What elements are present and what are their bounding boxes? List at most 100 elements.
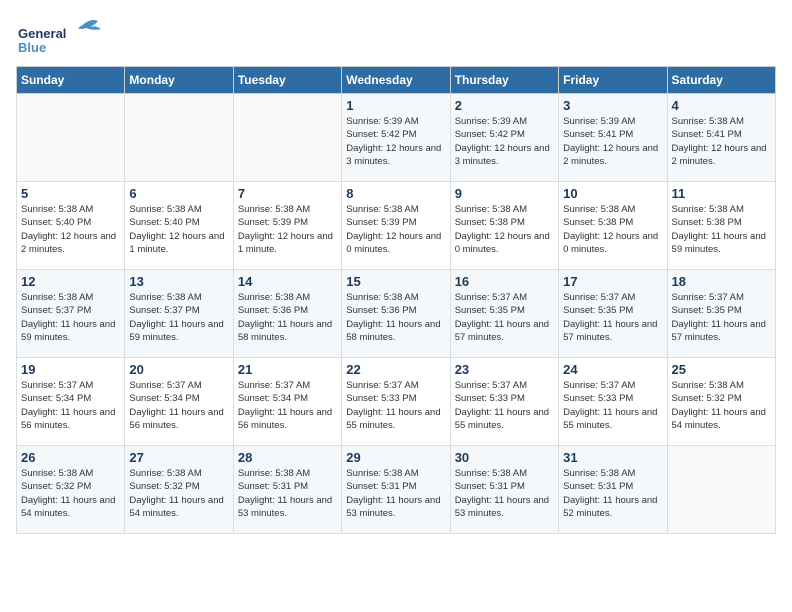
day-number: 29	[346, 450, 445, 465]
day-info: Sunrise: 5:38 AM Sunset: 5:36 PM Dayligh…	[238, 291, 337, 344]
weekday-header-cell: Tuesday	[233, 67, 341, 94]
calendar-week-row: 26 Sunrise: 5:38 AM Sunset: 5:32 PM Dayli…	[17, 446, 776, 534]
svg-text:General: General	[18, 26, 66, 41]
day-number: 1	[346, 98, 445, 113]
day-number: 21	[238, 362, 337, 377]
logo-svg: General Blue	[16, 16, 106, 56]
day-info: Sunrise: 5:38 AM Sunset: 5:37 PM Dayligh…	[21, 291, 120, 344]
day-number: 31	[563, 450, 662, 465]
day-info: Sunrise: 5:38 AM Sunset: 5:37 PM Dayligh…	[129, 291, 228, 344]
weekday-header-cell: Saturday	[667, 67, 775, 94]
day-number: 26	[21, 450, 120, 465]
day-number: 22	[346, 362, 445, 377]
calendar-week-row: 1 Sunrise: 5:39 AM Sunset: 5:42 PM Daylig…	[17, 94, 776, 182]
day-number: 4	[672, 98, 771, 113]
calendar-cell: 29 Sunrise: 5:38 AM Sunset: 5:31 PM Dayli…	[342, 446, 450, 534]
day-number: 24	[563, 362, 662, 377]
day-info: Sunrise: 5:37 AM Sunset: 5:33 PM Dayligh…	[455, 379, 554, 432]
day-info: Sunrise: 5:38 AM Sunset: 5:32 PM Dayligh…	[129, 467, 228, 520]
day-info: Sunrise: 5:38 AM Sunset: 5:41 PM Dayligh…	[672, 115, 771, 168]
calendar-cell: 25 Sunrise: 5:38 AM Sunset: 5:32 PM Dayli…	[667, 358, 775, 446]
calendar-cell	[233, 94, 341, 182]
calendar-cell: 5 Sunrise: 5:38 AM Sunset: 5:40 PM Daylig…	[17, 182, 125, 270]
calendar-cell: 17 Sunrise: 5:37 AM Sunset: 5:35 PM Dayli…	[559, 270, 667, 358]
calendar-cell: 4 Sunrise: 5:38 AM Sunset: 5:41 PM Daylig…	[667, 94, 775, 182]
calendar-cell: 11Sunrise: 5:38 AM Sunset: 5:38 PM Dayli…	[667, 182, 775, 270]
day-number: 17	[563, 274, 662, 289]
day-info: Sunrise: 5:37 AM Sunset: 5:34 PM Dayligh…	[129, 379, 228, 432]
calendar-cell	[125, 94, 233, 182]
calendar-cell: 26Sunrise: 5:38 AM Sunset: 5:32 PM Dayli…	[17, 446, 125, 534]
calendar-cell: 13 Sunrise: 5:38 AM Sunset: 5:37 PM Dayli…	[125, 270, 233, 358]
day-info: Sunrise: 5:39 AM Sunset: 5:42 PM Dayligh…	[346, 115, 445, 168]
calendar-cell: 22 Sunrise: 5:37 AM Sunset: 5:33 PM Dayli…	[342, 358, 450, 446]
calendar-cell: 12 Sunrise: 5:38 AM Sunset: 5:37 PM Dayli…	[17, 270, 125, 358]
calendar-cell: 24Sunrise: 5:37 AM Sunset: 5:33 PM Dayli…	[559, 358, 667, 446]
day-number: 9	[455, 186, 554, 201]
day-info: Sunrise: 5:37 AM Sunset: 5:34 PM Dayligh…	[238, 379, 337, 432]
day-number: 5	[21, 186, 120, 201]
day-info: Sunrise: 5:38 AM Sunset: 5:31 PM Dayligh…	[238, 467, 337, 520]
day-info: Sunrise: 5:38 AM Sunset: 5:40 PM Dayligh…	[21, 203, 120, 256]
weekday-header-cell: Wednesday	[342, 67, 450, 94]
calendar-cell: 28 Sunrise: 5:38 AM Sunset: 5:31 PM Dayli…	[233, 446, 341, 534]
calendar-cell: 9 Sunrise: 5:38 AM Sunset: 5:38 PM Daylig…	[450, 182, 558, 270]
calendar-cell: 30 Sunrise: 5:38 AM Sunset: 5:31 PM Dayli…	[450, 446, 558, 534]
calendar-cell: 31 Sunrise: 5:38 AM Sunset: 5:31 PM Dayli…	[559, 446, 667, 534]
day-info: Sunrise: 5:38 AM Sunset: 5:31 PM Dayligh…	[455, 467, 554, 520]
day-number: 19	[21, 362, 120, 377]
calendar-cell: 21 Sunrise: 5:37 AM Sunset: 5:34 PM Dayli…	[233, 358, 341, 446]
day-number: 23	[455, 362, 554, 377]
day-info: Sunrise: 5:38 AM Sunset: 5:31 PM Dayligh…	[563, 467, 662, 520]
calendar-table: SundayMondayTuesdayWednesdayThursdayFrid…	[16, 66, 776, 534]
day-info: Sunrise: 5:37 AM Sunset: 5:35 PM Dayligh…	[563, 291, 662, 344]
day-info: Sunrise: 5:38 AM Sunset: 5:31 PM Dayligh…	[346, 467, 445, 520]
day-info: Sunrise: 5:38 AM Sunset: 5:39 PM Dayligh…	[238, 203, 337, 256]
day-info: Sunrise: 5:38 AM Sunset: 5:40 PM Dayligh…	[129, 203, 228, 256]
day-info: Sunrise: 5:38 AM Sunset: 5:38 PM Dayligh…	[455, 203, 554, 256]
day-number: 25	[672, 362, 771, 377]
day-info: Sunrise: 5:38 AM Sunset: 5:38 PM Dayligh…	[563, 203, 662, 256]
day-info: Sunrise: 5:38 AM Sunset: 5:32 PM Dayligh…	[672, 379, 771, 432]
day-info: Sunrise: 5:38 AM Sunset: 5:38 PM Dayligh…	[672, 203, 771, 256]
calendar-cell: 23 Sunrise: 5:37 AM Sunset: 5:33 PM Dayli…	[450, 358, 558, 446]
day-info: Sunrise: 5:38 AM Sunset: 5:36 PM Dayligh…	[346, 291, 445, 344]
calendar-cell	[17, 94, 125, 182]
day-info: Sunrise: 5:37 AM Sunset: 5:33 PM Dayligh…	[346, 379, 445, 432]
calendar-cell: 8Sunrise: 5:38 AM Sunset: 5:39 PM Daylig…	[342, 182, 450, 270]
calendar-cell: 7Sunrise: 5:38 AM Sunset: 5:39 PM Daylig…	[233, 182, 341, 270]
day-info: Sunrise: 5:37 AM Sunset: 5:35 PM Dayligh…	[455, 291, 554, 344]
svg-text:Blue: Blue	[18, 40, 46, 55]
logo: General Blue	[16, 16, 106, 56]
calendar-cell: 14 Sunrise: 5:38 AM Sunset: 5:36 PM Dayli…	[233, 270, 341, 358]
day-info: Sunrise: 5:37 AM Sunset: 5:35 PM Dayligh…	[672, 291, 771, 344]
day-number: 15	[346, 274, 445, 289]
calendar-cell: 1 Sunrise: 5:39 AM Sunset: 5:42 PM Daylig…	[342, 94, 450, 182]
day-info: Sunrise: 5:39 AM Sunset: 5:41 PM Dayligh…	[563, 115, 662, 168]
calendar-cell: 2 Sunrise: 5:39 AM Sunset: 5:42 PM Daylig…	[450, 94, 558, 182]
day-info: Sunrise: 5:39 AM Sunset: 5:42 PM Dayligh…	[455, 115, 554, 168]
day-info: Sunrise: 5:37 AM Sunset: 5:34 PM Dayligh…	[21, 379, 120, 432]
day-number: 14	[238, 274, 337, 289]
calendar-week-row: 19 Sunrise: 5:37 AM Sunset: 5:34 PM Dayli…	[17, 358, 776, 446]
calendar-cell: 16Sunrise: 5:37 AM Sunset: 5:35 PM Dayli…	[450, 270, 558, 358]
calendar-cell: 15 Sunrise: 5:38 AM Sunset: 5:36 PM Dayli…	[342, 270, 450, 358]
page-header: General Blue	[16, 16, 776, 56]
weekday-header-cell: Sunday	[17, 67, 125, 94]
calendar-cell: 27Sunrise: 5:38 AM Sunset: 5:32 PM Dayli…	[125, 446, 233, 534]
calendar-week-row: 5 Sunrise: 5:38 AM Sunset: 5:40 PM Daylig…	[17, 182, 776, 270]
day-number: 10	[563, 186, 662, 201]
calendar-cell: 3Sunrise: 5:39 AM Sunset: 5:41 PM Daylig…	[559, 94, 667, 182]
day-number: 2	[455, 98, 554, 113]
day-number: 13	[129, 274, 228, 289]
day-number: 18	[672, 274, 771, 289]
weekday-header-cell: Monday	[125, 67, 233, 94]
calendar-cell: 10 Sunrise: 5:38 AM Sunset: 5:38 PM Dayli…	[559, 182, 667, 270]
day-number: 28	[238, 450, 337, 465]
calendar-cell: 18 Sunrise: 5:37 AM Sunset: 5:35 PM Dayli…	[667, 270, 775, 358]
calendar-week-row: 12 Sunrise: 5:38 AM Sunset: 5:37 PM Dayli…	[17, 270, 776, 358]
day-number: 12	[21, 274, 120, 289]
weekday-header-cell: Friday	[559, 67, 667, 94]
day-number: 30	[455, 450, 554, 465]
weekday-header-cell: Thursday	[450, 67, 558, 94]
